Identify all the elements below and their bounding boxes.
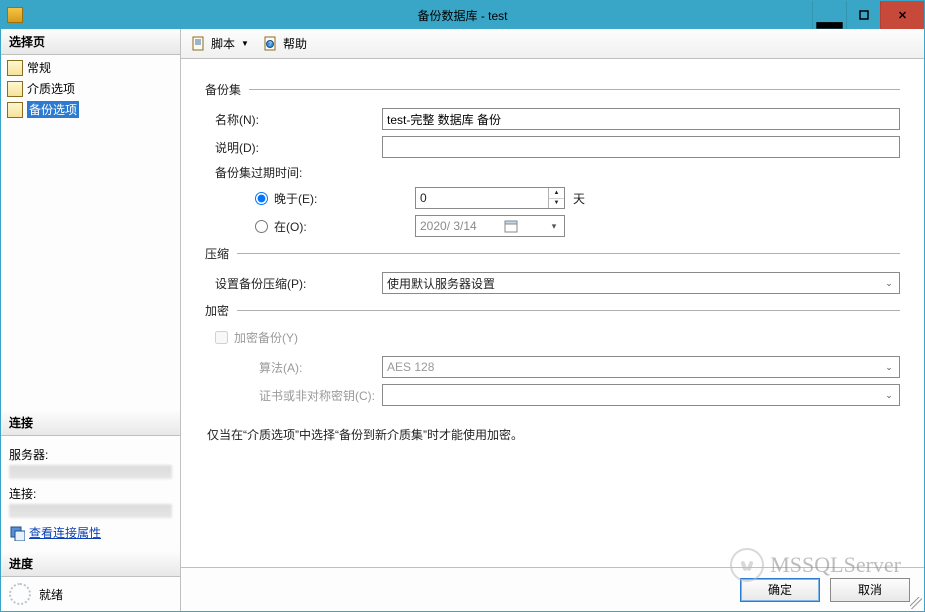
close-button[interactable]: ✕ — [880, 1, 924, 29]
expire-after-radio[interactable] — [255, 192, 268, 205]
sidebar: 选择页 常规 介质选项 备份选项 连接 服务器: — [1, 29, 181, 611]
calendar-icon — [504, 219, 518, 233]
group-label: 加密 — [205, 302, 229, 319]
server-label: 服务器: — [9, 446, 172, 463]
group-backup-set: 备份集 — [205, 81, 900, 98]
row-expire-header: 备份集过期时间: — [205, 164, 900, 181]
certificate-label: 证书或非对称密钥(C): — [205, 387, 382, 404]
row-name: 名称(N): — [205, 108, 900, 130]
sidebar-item-general[interactable]: 常规 — [3, 57, 178, 78]
page-list: 常规 介质选项 备份选项 — [1, 55, 180, 130]
help-icon: ? — [263, 36, 279, 52]
select-page-header: 选择页 — [1, 29, 180, 55]
chevron-down-icon: ⌄ — [881, 278, 897, 289]
minimize-button[interactable] — [812, 1, 846, 29]
expire-label: 备份集过期时间: — [205, 164, 415, 181]
algorithm-value: AES 128 — [387, 360, 434, 374]
connection-properties-icon — [9, 525, 25, 541]
certificate-combobox: ⌄ — [382, 384, 900, 406]
compression-label: 设置备份压缩(P): — [205, 275, 382, 292]
sidebar-item-media-options[interactable]: 介质选项 — [3, 78, 178, 99]
encrypt-backup-label: 加密备份(Y) — [234, 329, 298, 346]
sidebar-item-backup-options[interactable]: 备份选项 — [3, 99, 178, 120]
group-divider — [237, 310, 900, 311]
sidebar-item-label: 备份选项 — [27, 101, 79, 118]
algorithm-combobox: AES 128 ⌄ — [382, 356, 900, 378]
sidebar-item-label: 介质选项 — [27, 80, 75, 97]
row-description: 说明(D): — [205, 136, 900, 158]
chevron-down-icon: ▾ — [546, 221, 562, 232]
resize-grip-icon[interactable] — [910, 597, 922, 609]
description-label: 说明(D): — [205, 139, 382, 156]
spin-down-icon[interactable]: ▼ — [549, 199, 564, 209]
app-icon — [7, 7, 23, 23]
help-label: 帮助 — [283, 35, 307, 52]
progress-block: 就绪 — [1, 577, 180, 611]
connection-value — [9, 504, 172, 518]
window-controls: ✕ — [812, 1, 924, 29]
chevron-down-icon: ⌄ — [881, 362, 897, 373]
progress-status: 就绪 — [39, 586, 63, 603]
server-value — [9, 465, 172, 479]
expire-after-value: 0 — [420, 191, 427, 205]
script-label: 脚本 — [211, 35, 235, 52]
dialog-footer: 确定 取消 — [181, 567, 924, 611]
encryption-note: 仅当在“介质选项”中选择“备份到新介质集”时才能使用加密。 — [205, 426, 900, 443]
view-connection-row: 查看连接属性 — [9, 524, 172, 541]
algorithm-label: 算法(A): — [205, 359, 382, 376]
main-panel: 脚本 ▼ ? 帮助 备份集 名称(N — [181, 29, 924, 611]
connection-header: 连接 — [1, 410, 180, 436]
description-input[interactable] — [382, 136, 900, 158]
sidebar-item-label: 常规 — [27, 59, 51, 76]
dialog-window: 备份数据库 - test ✕ 选择页 常规 介质选项 — [0, 0, 925, 612]
compression-value: 使用默认服务器设置 — [387, 275, 495, 292]
expire-on-radio[interactable] — [255, 220, 268, 233]
expire-on-radio-label[interactable]: 在(O): — [255, 218, 307, 235]
expire-after-radio-label[interactable]: 晚于(E): — [255, 190, 317, 207]
encrypt-backup-checkbox — [215, 331, 228, 344]
row-algorithm: 算法(A): AES 128 ⌄ — [205, 356, 900, 378]
expire-after-unit: 天 — [573, 190, 585, 207]
progress-spinner-icon — [9, 583, 31, 605]
spin-buttons[interactable]: ▲ ▼ — [548, 188, 564, 208]
group-divider — [249, 89, 900, 90]
page-icon — [7, 60, 23, 76]
connection-block: 服务器: 连接: 查看连接属性 — [1, 436, 180, 551]
group-label: 备份集 — [205, 81, 241, 98]
row-encrypt-checkbox: 加密备份(Y) — [205, 329, 900, 346]
expire-after-days-spinner[interactable]: 0 ▲ ▼ — [415, 187, 565, 209]
dialog-body: 选择页 常规 介质选项 备份选项 连接 服务器: — [1, 29, 924, 611]
progress-header: 进度 — [1, 551, 180, 577]
group-encryption: 加密 — [205, 302, 900, 319]
group-label: 压缩 — [205, 245, 229, 262]
script-button[interactable]: 脚本 ▼ — [187, 33, 253, 54]
row-expire-on: 在(O): 2020/ 3/14 ▾ — [205, 215, 900, 237]
group-compression: 压缩 — [205, 245, 900, 262]
window-title: 备份数据库 - test — [1, 7, 924, 24]
content-area: 备份集 名称(N): 说明(D): 备份集过期时间: — [181, 59, 924, 567]
spin-up-icon[interactable]: ▲ — [549, 188, 564, 199]
page-icon — [7, 81, 23, 97]
expire-on-value: 2020/ 3/14 — [420, 219, 477, 233]
view-connection-properties-link[interactable]: 查看连接属性 — [29, 524, 101, 541]
ok-button[interactable]: 确定 — [740, 578, 820, 602]
row-certificate: 证书或非对称密钥(C): ⌄ — [205, 384, 900, 406]
page-icon — [7, 102, 23, 118]
script-icon — [191, 36, 207, 52]
titlebar: 备份数据库 - test ✕ — [1, 1, 924, 29]
cancel-button[interactable]: 取消 — [830, 578, 910, 602]
help-button[interactable]: ? 帮助 — [259, 33, 311, 54]
chevron-down-icon: ▼ — [241, 39, 249, 48]
chevron-down-icon: ⌄ — [881, 390, 897, 401]
toolbar: 脚本 ▼ ? 帮助 — [181, 29, 924, 59]
row-compression: 设置备份压缩(P): 使用默认服务器设置 ⌄ — [205, 272, 900, 294]
expire-on-datepicker[interactable]: 2020/ 3/14 ▾ — [415, 215, 565, 237]
group-divider — [237, 253, 900, 254]
row-expire-after: 晚于(E): 0 ▲ ▼ 天 — [205, 187, 900, 209]
maximize-button[interactable] — [846, 1, 880, 29]
connection-label: 连接: — [9, 485, 172, 502]
name-label: 名称(N): — [205, 111, 382, 128]
compression-combobox[interactable]: 使用默认服务器设置 ⌄ — [382, 272, 900, 294]
name-input[interactable] — [382, 108, 900, 130]
